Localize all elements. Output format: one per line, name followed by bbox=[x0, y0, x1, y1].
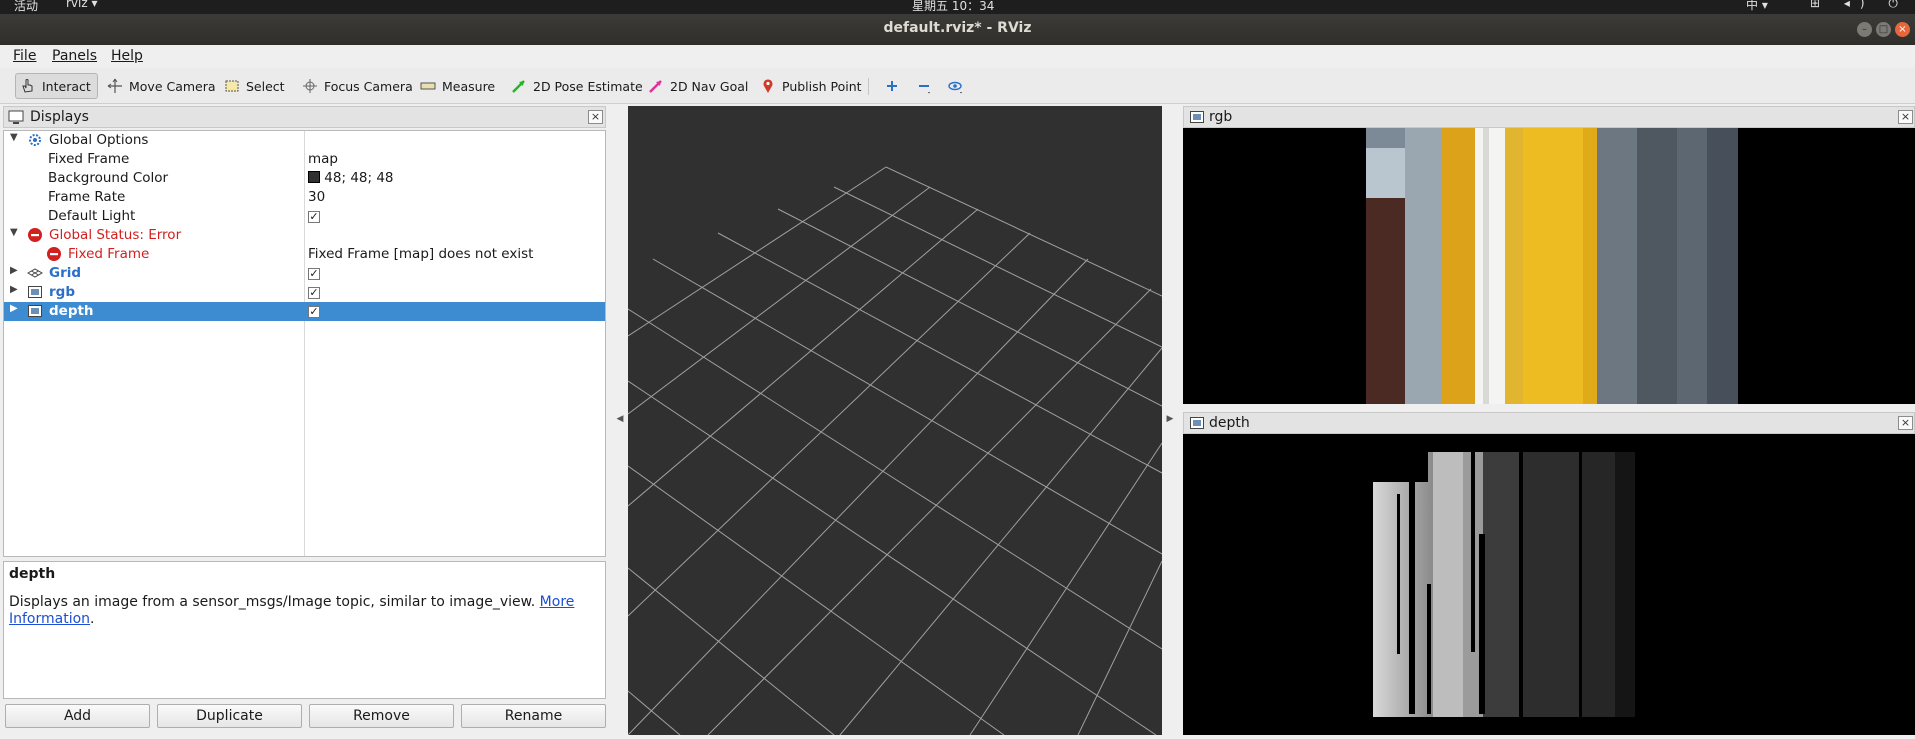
tree-row-global-status[interactable]: ▼ Global Status: Error bbox=[4, 226, 605, 245]
input-method-menu[interactable]: 中 ▾ bbox=[1746, 0, 1768, 13]
collapse-arrow-icon[interactable]: ▶ bbox=[10, 265, 18, 276]
select-tool-button[interactable]: Select bbox=[220, 73, 291, 99]
grid-visualization bbox=[627, 166, 1163, 736]
measure-tool-button[interactable]: Measure bbox=[416, 73, 501, 99]
toolbar-separator bbox=[868, 78, 869, 95]
minus-icon bbox=[916, 78, 934, 94]
minimize-icon[interactable]: – bbox=[1857, 22, 1872, 37]
focus-crosshair-icon bbox=[302, 78, 320, 94]
green-arrow-icon bbox=[511, 78, 529, 94]
tool-bar: Interact Move Camera Select Focus Camera… bbox=[0, 68, 1915, 104]
tree-row-global-options[interactable]: ▼ Global Options bbox=[4, 131, 605, 150]
grid-enabled-checkbox[interactable]: ✓ bbox=[308, 268, 320, 280]
rgb-panel-header: rgb × bbox=[1183, 106, 1915, 128]
pink-arrow-icon bbox=[648, 78, 666, 94]
app-menu[interactable]: rviz ▾ bbox=[66, 0, 98, 10]
menu-help[interactable]: Help bbox=[111, 48, 143, 64]
display-description: depth Displays an image from a sensor_ms… bbox=[3, 561, 606, 699]
tree-row-grid[interactable]: ▶ Grid ✓ bbox=[4, 264, 605, 283]
tree-row-background-color[interactable]: Background Color 48; 48; 48 bbox=[4, 169, 605, 188]
pose-estimate-tool-button[interactable]: 2D Pose Estimate bbox=[507, 73, 649, 99]
collapse-left-icon[interactable]: ◀ bbox=[614, 414, 626, 426]
clock[interactable]: 星期五 10：34 bbox=[912, 0, 994, 14]
tree-row-fixed-frame[interactable]: Fixed Frame map bbox=[4, 150, 605, 169]
monitor-icon bbox=[8, 110, 24, 129]
eye-icon bbox=[948, 78, 966, 94]
add-button[interactable]: Add bbox=[5, 704, 150, 728]
expand-arrow-icon[interactable]: ▼ bbox=[10, 132, 18, 143]
remove-tool-button[interactable] bbox=[912, 73, 944, 99]
rgb-camera-image bbox=[1366, 128, 1738, 404]
description-text: Displays an image from a sensor_msgs/Ima… bbox=[9, 594, 575, 627]
plus-icon bbox=[884, 78, 902, 94]
window-title: default.rviz* - RViz bbox=[883, 20, 1032, 36]
grid-icon bbox=[26, 265, 44, 281]
depth-panel-title: depth bbox=[1209, 415, 1250, 431]
depth-close-icon[interactable]: × bbox=[1898, 416, 1913, 430]
displays-panel: Displays × ▼ Global Options Fixed Frame … bbox=[3, 106, 606, 732]
image-icon bbox=[27, 284, 43, 300]
rgb-image-view[interactable] bbox=[1183, 128, 1915, 404]
depth-image-view[interactable] bbox=[1183, 434, 1915, 735]
menu-file[interactable]: File bbox=[13, 48, 36, 64]
remove-button[interactable]: Remove bbox=[309, 704, 454, 728]
collapse-right-icon[interactable]: ▶ bbox=[1164, 414, 1176, 426]
description-title: depth bbox=[9, 566, 56, 582]
move-camera-tool-button[interactable]: Move Camera bbox=[103, 73, 222, 99]
move-camera-icon bbox=[107, 78, 125, 94]
image-icon bbox=[1189, 416, 1205, 435]
menu-bar: File Panels Help bbox=[0, 45, 1915, 68]
image-icon bbox=[27, 303, 43, 319]
hand-pointer-icon bbox=[20, 78, 38, 94]
default-light-checkbox[interactable]: ✓ bbox=[308, 211, 320, 223]
rgb-image-panel: rgb × bbox=[1183, 106, 1915, 404]
gear-icon bbox=[27, 132, 43, 148]
tree-row-depth[interactable]: ▶ depth ✓ bbox=[4, 302, 605, 321]
tree-row-frame-rate[interactable]: Frame Rate 30 bbox=[4, 188, 605, 207]
add-tool-button[interactable] bbox=[880, 73, 912, 99]
publish-point-tool-button[interactable]: Publish Point bbox=[756, 73, 868, 99]
tree-row-status-fixed-frame[interactable]: Fixed Frame Fixed Frame [map] does not e… bbox=[4, 245, 605, 264]
depth-image-panel: depth × bbox=[1183, 412, 1915, 735]
render-3d-view[interactable] bbox=[627, 106, 1163, 736]
rgb-panel-title: rgb bbox=[1209, 109, 1233, 125]
displays-tree: ▼ Global Options Fixed Frame map Backgro… bbox=[3, 130, 606, 557]
color-swatch bbox=[308, 171, 320, 183]
error-icon bbox=[46, 246, 62, 262]
system-top-bar: 活动 rviz ▾ 星期五 10：34 中 ▾ ⊞ ◂) ⏻ ▾ bbox=[0, 0, 1915, 25]
expand-arrow-icon[interactable]: ▼ bbox=[10, 227, 18, 238]
select-rectangle-icon bbox=[224, 78, 242, 94]
tool-properties-button[interactable] bbox=[944, 73, 976, 99]
displays-panel-title: Displays bbox=[30, 109, 89, 125]
ruler-icon bbox=[420, 78, 438, 94]
rename-button[interactable]: Rename bbox=[461, 704, 606, 728]
rgb-enabled-checkbox[interactable]: ✓ bbox=[308, 287, 320, 299]
activities-button[interactable]: 活动 bbox=[14, 0, 38, 14]
maximize-icon[interactable]: □ bbox=[1876, 22, 1891, 37]
depth-panel-header: depth × bbox=[1183, 412, 1915, 434]
error-icon bbox=[27, 227, 43, 243]
displays-panel-header: Displays × bbox=[3, 106, 606, 128]
menu-panels[interactable]: Panels bbox=[52, 48, 97, 64]
depth-camera-image bbox=[1373, 452, 1635, 717]
nav-goal-tool-button[interactable]: 2D Nav Goal bbox=[644, 73, 754, 99]
window-titlebar: default.rviz* - RViz – □ × bbox=[0, 14, 1915, 45]
collapse-arrow-icon[interactable]: ▶ bbox=[10, 303, 18, 314]
duplicate-button[interactable]: Duplicate bbox=[157, 704, 302, 728]
collapse-arrow-icon[interactable]: ▶ bbox=[10, 284, 18, 295]
interact-tool-button[interactable]: Interact bbox=[15, 73, 98, 99]
map-pin-icon bbox=[760, 78, 778, 94]
window-close-icon[interactable]: × bbox=[1895, 22, 1910, 37]
image-icon bbox=[1189, 110, 1205, 129]
depth-enabled-checkbox[interactable]: ✓ bbox=[308, 306, 320, 318]
tree-row-rgb[interactable]: ▶ rgb ✓ bbox=[4, 283, 605, 302]
displays-close-icon[interactable]: × bbox=[588, 110, 603, 124]
tree-row-default-light[interactable]: Default Light ✓ bbox=[4, 207, 605, 226]
focus-camera-tool-button[interactable]: Focus Camera bbox=[298, 73, 419, 99]
rgb-close-icon[interactable]: × bbox=[1898, 110, 1913, 124]
